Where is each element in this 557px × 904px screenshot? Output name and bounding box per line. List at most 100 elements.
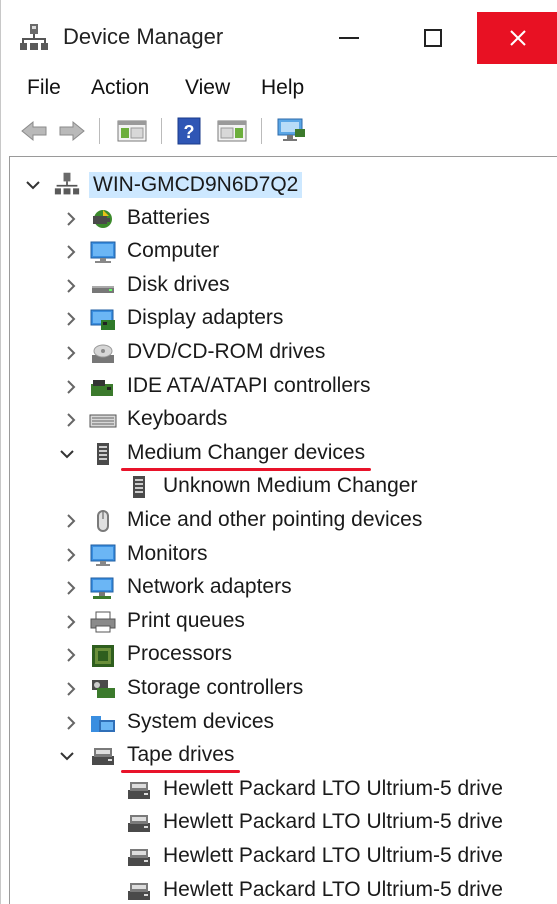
- menu-help[interactable]: Help: [261, 76, 304, 100]
- maximize-button[interactable]: [393, 12, 473, 64]
- tree-category-label: Display adapters: [127, 306, 284, 330]
- tree-category-item[interactable]: IDE ATA/ATAPI controllers: [1, 371, 557, 403]
- collapsed-chevron-icon[interactable]: [63, 547, 79, 563]
- title-bar[interactable]: Device Manager: [1, 0, 557, 70]
- tree-device-item[interactable]: Hewlett Packard LTO Ultrium-5 drive: [1, 774, 557, 806]
- tree-category-item[interactable]: System devices: [1, 707, 557, 739]
- tree-category-label: Processors: [127, 642, 233, 666]
- scan-hardware-icon: [277, 118, 305, 141]
- tree-category-item[interactable]: Storage controllers: [1, 673, 557, 705]
- tree-device-label: Hewlett Packard LTO Ultrium-5 drive: [163, 877, 503, 901]
- minimize-button[interactable]: [309, 12, 389, 64]
- collapsed-chevron-icon[interactable]: [63, 412, 79, 428]
- collapsed-chevron-icon[interactable]: [63, 614, 79, 630]
- menu-action[interactable]: Action: [91, 76, 149, 100]
- tree-category-label: IDE ATA/ATAPI controllers: [127, 373, 371, 397]
- tree-category-label: Tape drives: [127, 743, 235, 767]
- tree-category-item[interactable]: Print queues: [1, 606, 557, 638]
- tree-category-item[interactable]: Processors: [1, 639, 557, 671]
- maximize-icon: [424, 29, 442, 47]
- back-button[interactable]: [19, 116, 49, 146]
- storage-controller-icon: [89, 676, 117, 702]
- tree-category-label: Batteries: [127, 205, 210, 229]
- dvd-drive-icon: [89, 340, 117, 366]
- help-button[interactable]: ?: [175, 116, 203, 146]
- processor-icon: [89, 642, 117, 668]
- display-adapter-icon: [89, 306, 117, 332]
- tree-category-label: Computer: [127, 239, 220, 263]
- action-pane-icon: [217, 120, 247, 142]
- menu-file[interactable]: File: [27, 76, 61, 100]
- keyboard-icon: [89, 407, 117, 433]
- tree-device-item[interactable]: Hewlett Packard LTO Ultrium-5 drive: [1, 875, 557, 904]
- tree-category-label: Mice and other pointing devices: [127, 508, 423, 531]
- tree-category-item[interactable]: Monitors: [1, 539, 557, 571]
- action-pane-button[interactable]: [215, 116, 249, 146]
- tree-category-label: Print queues: [127, 608, 245, 632]
- device-manager-app-icon: [19, 22, 49, 52]
- toolbar-separator: [99, 118, 100, 144]
- tree-category-label: Monitors: [127, 541, 208, 565]
- ide-controller-icon: [89, 374, 117, 400]
- tree-category-item[interactable]: Keyboards: [1, 404, 557, 436]
- tape-drive-icon: [125, 844, 153, 870]
- tree-device-label: Hewlett Packard LTO Ultrium-5 drive: [163, 776, 503, 800]
- show-hide-console-tree-button[interactable]: [115, 116, 149, 146]
- close-button[interactable]: [477, 12, 557, 64]
- tree-category-label: Storage controllers: [127, 676, 304, 699]
- tree-device-item[interactable]: Hewlett Packard LTO Ultrium-5 drive: [1, 841, 557, 873]
- tree-category-item[interactable]: Batteries: [1, 203, 557, 235]
- collapsed-chevron-icon[interactable]: [63, 715, 79, 731]
- tree-category-label: Network adapters: [127, 575, 292, 599]
- tree-category-item[interactable]: DVD/CD-ROM drives: [1, 337, 557, 369]
- expanded-chevron-icon[interactable]: [59, 748, 75, 764]
- tree-category-item[interactable]: Tape drives: [1, 740, 557, 774]
- tree-root-label: WIN-GMCD9N6D7Q2: [89, 172, 303, 198]
- tree-category-label: System devices: [127, 709, 275, 733]
- collapsed-chevron-icon[interactable]: [63, 278, 79, 294]
- system-devices-icon: [89, 710, 117, 736]
- collapsed-chevron-icon[interactable]: [63, 345, 79, 361]
- medium-changer-icon: [89, 441, 117, 467]
- tree-device-item[interactable]: Hewlett Packard LTO Ultrium-5 drive: [1, 807, 557, 839]
- menu-view[interactable]: View: [185, 76, 230, 100]
- annotation-underline: [121, 770, 240, 774]
- tree-device-item[interactable]: Unknown Medium Changer: [1, 471, 557, 503]
- tape-drive-icon: [125, 810, 153, 836]
- tree-category-label: Medium Changer devices: [127, 440, 366, 464]
- disk-drive-icon: [89, 273, 117, 299]
- tree-category-item[interactable]: Display adapters: [1, 303, 557, 335]
- computer-icon: [89, 239, 117, 265]
- svg-text:?: ?: [184, 122, 195, 142]
- tape-drive-icon: [89, 743, 117, 769]
- tree-category-item[interactable]: Mice and other pointing devices: [1, 505, 557, 537]
- battery-icon: [89, 206, 117, 232]
- tree-category-item[interactable]: Network adapters: [1, 572, 557, 604]
- tree-device-label: Hewlett Packard LTO Ultrium-5 drive: [163, 810, 503, 834]
- collapsed-chevron-icon[interactable]: [63, 513, 79, 529]
- tree-category-item[interactable]: Disk drives: [1, 270, 557, 302]
- close-icon: [509, 30, 526, 46]
- back-icon: [21, 120, 47, 142]
- scan-hardware-button[interactable]: [273, 116, 309, 146]
- computer-network-icon: [53, 171, 81, 197]
- menu-bar: File Action View Help: [1, 70, 557, 106]
- tape-drive-icon: [125, 878, 153, 904]
- collapsed-chevron-icon[interactable]: [63, 244, 79, 260]
- collapsed-chevron-icon[interactable]: [63, 311, 79, 327]
- collapsed-chevron-icon[interactable]: [63, 647, 79, 663]
- collapsed-chevron-icon[interactable]: [63, 681, 79, 697]
- collapsed-chevron-icon[interactable]: [63, 211, 79, 227]
- collapsed-chevron-icon[interactable]: [63, 580, 79, 596]
- tree-root-item[interactable]: WIN-GMCD9N6D7Q2: [1, 169, 557, 201]
- tape-drive-icon: [125, 777, 153, 803]
- collapsed-chevron-icon[interactable]: [63, 379, 79, 395]
- tree-device-label: Hewlett Packard LTO Ultrium-5 drive: [163, 844, 503, 867]
- expanded-chevron-icon[interactable]: [59, 446, 75, 462]
- expanded-chevron-icon[interactable]: [25, 177, 41, 193]
- tree-category-item[interactable]: Computer: [1, 236, 557, 268]
- forward-button[interactable]: [57, 116, 87, 146]
- network-adapter-icon: [89, 575, 117, 601]
- tree-category-item[interactable]: Medium Changer devices: [1, 438, 557, 471]
- printer-icon: [89, 609, 117, 635]
